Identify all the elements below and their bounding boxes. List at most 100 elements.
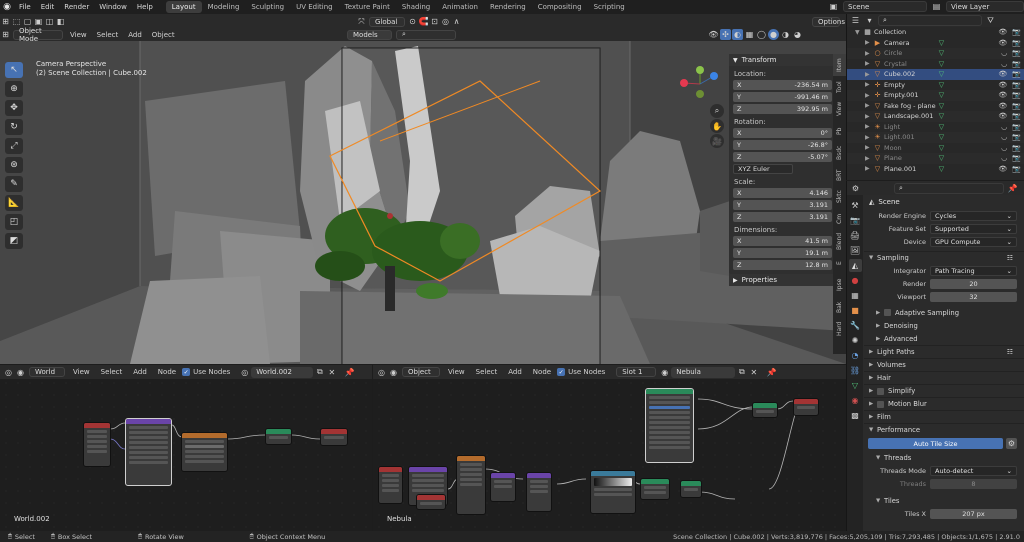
cursor-tool-icon[interactable]: ⊕ <box>5 81 23 97</box>
tab-sculpting[interactable]: Sculpting <box>245 1 290 13</box>
material-tab-icon[interactable]: ◉ <box>849 394 862 407</box>
denoising-header[interactable]: ▶ Denoising <box>864 319 1024 332</box>
constraints-tab-icon[interactable]: ⛓ <box>849 364 862 377</box>
color-ramp-node[interactable] <box>490 472 516 502</box>
expand-arrow-icon[interactable]: ▶ <box>865 155 873 162</box>
navigation-gizmo[interactable]: ⌕ ✋ 🎥 <box>676 66 724 156</box>
visibility-icon[interactable]: 👁 <box>708 29 719 40</box>
hidden-eye-icon[interactable]: ◡ <box>1001 144 1007 152</box>
move-tool-icon[interactable]: ✥ <box>5 100 23 116</box>
menu-file[interactable]: File <box>14 3 36 11</box>
render-camera-icon[interactable]: 📷 <box>1012 39 1021 47</box>
select-box-icon[interactable]: ▢ <box>22 16 33 27</box>
world-output-node[interactable] <box>320 428 348 446</box>
particles-tab-icon[interactable]: ✺ <box>849 334 862 347</box>
expand-arrow-icon[interactable]: ▶ <box>865 39 873 46</box>
properties-search-field[interactable]: ⌕ <box>894 182 1004 194</box>
use-nodes-checkbox[interactable]: ✓ <box>182 368 191 376</box>
view-layer-selector[interactable]: View Layer <box>946 1 1024 12</box>
outliner-row[interactable]: ▶ ▽ Landscape.001 ▽ 👁 📷 <box>847 111 1024 122</box>
mesh-data-icon[interactable]: ▽ <box>937 112 946 120</box>
n-tab-bak[interactable]: Bak <box>833 296 846 318</box>
xray-toggle-icon[interactable]: ▦ <box>744 29 755 40</box>
mesh-data-icon[interactable]: ▽ <box>937 165 946 173</box>
n-tab-view[interactable]: View <box>833 98 846 120</box>
texture-tab-icon[interactable]: ▩ <box>849 409 862 422</box>
falloff-icon[interactable]: ∧ <box>451 16 462 27</box>
render-samples-field[interactable]: 20 <box>930 278 1017 289</box>
select-mode-icon[interactable]: ⬚ <box>11 16 22 27</box>
n-tab-ipse[interactable]: Ipse <box>833 274 846 296</box>
render-camera-icon[interactable]: 📷 <box>1012 102 1021 110</box>
tiles-header[interactable]: ▼ Tiles <box>864 494 1024 507</box>
performance-header[interactable]: ▼ Performance <box>864 423 1024 436</box>
location-y-row[interactable]: Y-991.46 m🔓 <box>733 91 842 102</box>
mesh-data-icon[interactable]: ▽ <box>937 102 946 110</box>
render-camera-icon[interactable]: 📷 <box>1012 112 1021 120</box>
hidden-eye-icon[interactable]: ◡ <box>1001 133 1007 141</box>
n-tab-pb[interactable]: Pb <box>833 120 846 142</box>
collection-dropdown[interactable]: Models <box>347 29 392 40</box>
rotation-z-row[interactable]: Z-5.07°🔓 <box>733 151 842 162</box>
menu-render[interactable]: Render <box>59 3 94 11</box>
unlink-icon[interactable]: ✕ <box>748 367 759 378</box>
pin-icon[interactable]: 📌 <box>1007 183 1018 194</box>
node-editor-type-icon[interactable]: ◎ <box>376 367 387 378</box>
expand-arrow-icon[interactable]: ▶ <box>865 144 873 151</box>
physics-tab-icon[interactable]: ◔ <box>849 349 862 362</box>
use-nodes-checkbox[interactable]: ✓ <box>557 368 566 376</box>
transform-tool-icon[interactable]: ⊛ <box>5 157 23 173</box>
mesh-data-icon[interactable]: ▽ <box>937 123 946 131</box>
advanced-header[interactable]: ▶ Advanced <box>864 332 1024 345</box>
viewport-samples-field[interactable]: 32 <box>930 291 1017 302</box>
duplicate-icon[interactable]: ⧉ <box>736 367 747 378</box>
color-ramp-large-node[interactable] <box>590 470 636 514</box>
emission-node[interactable] <box>640 478 670 500</box>
tab-scripting[interactable]: Scripting <box>588 1 631 13</box>
scene-selector[interactable]: Scene <box>843 1 927 12</box>
tool-tab-icon[interactable]: ⚒ <box>849 199 862 212</box>
data-tab-icon[interactable]: ▽ <box>849 379 862 392</box>
render-camera-icon[interactable]: 📷 <box>1012 70 1021 78</box>
outliner-row[interactable]: ▶ ▽ Plane.001 ▽ 👁 📷 <box>847 164 1024 175</box>
zoom-icon[interactable]: ⌕ <box>710 104 724 118</box>
pin-icon[interactable]: 📌 <box>766 367 777 378</box>
tab-texture-paint[interactable]: Texture Paint <box>339 1 396 13</box>
expand-arrow-icon[interactable]: ▶ <box>865 81 873 88</box>
annotate-tool-icon[interactable]: ✎ <box>5 176 23 192</box>
pan-icon[interactable]: ✋ <box>710 119 724 133</box>
scene-tab-icon[interactable]: ◭ <box>848 259 862 272</box>
volumes-header[interactable]: ▶ Volumes <box>864 358 1024 371</box>
outliner-editor-icon[interactable]: ☰ <box>850 15 861 26</box>
node-menu-view[interactable]: View <box>443 368 470 376</box>
expand-arrow-icon[interactable]: ▶ <box>865 123 873 130</box>
motion-blur-checkbox[interactable] <box>877 400 884 408</box>
outliner-row[interactable]: ▶ ✛ Empty ▽ 👁 📷 <box>847 80 1024 91</box>
visibility-eye-icon[interactable]: 👁 <box>998 112 1007 120</box>
node-editor-type-icon[interactable]: ◎ <box>3 367 14 378</box>
rendered-shading-icon[interactable]: ◕ <box>792 29 803 40</box>
mode-dropdown[interactable]: Object Mode <box>13 27 63 43</box>
visibility-eye-icon[interactable]: 👁 <box>998 81 1007 89</box>
visibility-eye-icon[interactable]: 👁 <box>998 39 1007 47</box>
motion-blur-header[interactable]: ▶ Motion Blur <box>864 397 1024 410</box>
render-camera-icon[interactable]: 📷 <box>1012 154 1021 162</box>
wireframe-shading-icon[interactable]: ◯ <box>756 29 767 40</box>
transform-panel-header[interactable]: ▼ Transform <box>729 54 846 66</box>
neg-y-axis-dot-icon[interactable] <box>696 90 704 98</box>
outliner-row[interactable]: ▶ ✛ Empty.001 ▽ 👁 📷 <box>847 90 1024 101</box>
properties-panel-header[interactable]: ▶ Properties <box>729 274 846 286</box>
adaptive-sampling-header[interactable]: ▶ Adaptive Sampling <box>864 306 1024 319</box>
visibility-eye-icon[interactable]: 👁 <box>998 165 1007 173</box>
render-camera-icon[interactable]: 📷 <box>1012 123 1021 131</box>
tab-compositing[interactable]: Compositing <box>532 1 588 13</box>
mesh-data-icon[interactable]: ▽ <box>937 81 946 89</box>
math-node[interactable] <box>526 472 552 512</box>
viewport-menu-view[interactable]: View <box>65 31 92 39</box>
display-mode-icon[interactable]: ▾ <box>864 15 875 26</box>
dimensions-z-row[interactable]: Z 12.8 m <box>733 259 842 270</box>
hidden-eye-icon[interactable]: ◡ <box>1001 123 1007 131</box>
tab-rendering[interactable]: Rendering <box>484 1 532 13</box>
mix-shader-node[interactable] <box>752 402 778 418</box>
node-menu-view[interactable]: View <box>68 368 95 376</box>
